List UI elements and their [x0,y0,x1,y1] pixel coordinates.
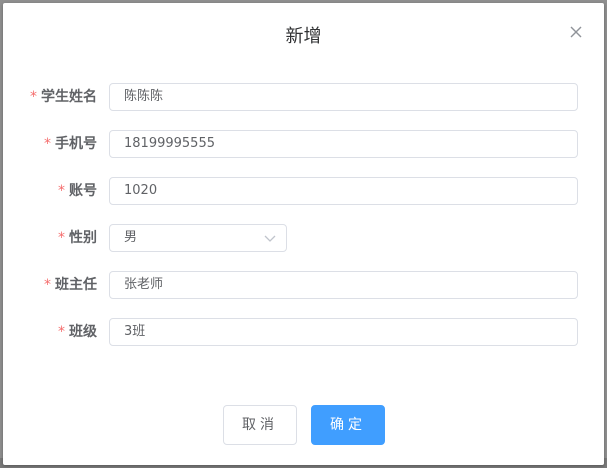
required-mark: * [30,89,37,105]
gender-selected-value: 男 [124,230,138,245]
class-label: * 班级 [58,324,97,340]
class-input[interactable]: 3班 [109,318,578,346]
phone-input[interactable]: 18199995555 [109,130,578,158]
confirm-button[interactable]: 确定 [311,405,385,445]
name-input[interactable]: 陈陈陈 [109,83,578,111]
add-student-dialog: 新增 * 学生姓名 陈陈陈 * 手机号 18199995555 * 账号 1020 *… [3,3,604,465]
account-input[interactable]: 1020 [109,177,578,205]
form-row-account: * 账号 1020 [3,177,604,205]
gender-select[interactable]: 男 [109,224,287,252]
teacher-label: * 班主任 [44,277,97,293]
dialog-title: 新增 [285,26,322,47]
form-row-teacher: * 班主任 张老师 [3,271,604,299]
teacher-input[interactable]: 张老师 [109,271,578,299]
required-mark: * [44,136,51,152]
required-mark: * [58,183,65,199]
required-mark: * [58,324,65,340]
close-button[interactable] [568,24,584,40]
account-label: * 账号 [58,183,97,199]
name-label: * 学生姓名 [30,89,97,105]
gender-label: * 性别 [58,230,97,246]
required-mark: * [44,277,51,293]
close-icon [570,26,582,38]
required-mark: * [58,230,65,246]
chevron-down-icon [264,235,276,242]
student-form: * 学生姓名 陈陈陈 * 手机号 18199995555 * 账号 1020 * 性别 … [3,83,604,365]
cancel-button[interactable]: 取消 [223,405,297,445]
form-row-name: * 学生姓名 陈陈陈 [3,83,604,111]
phone-label: * 手机号 [44,136,97,152]
form-row-class: * 班级 3班 [3,318,604,346]
form-row-phone: * 手机号 18199995555 [3,130,604,158]
form-row-gender: * 性别 男 [3,224,604,252]
